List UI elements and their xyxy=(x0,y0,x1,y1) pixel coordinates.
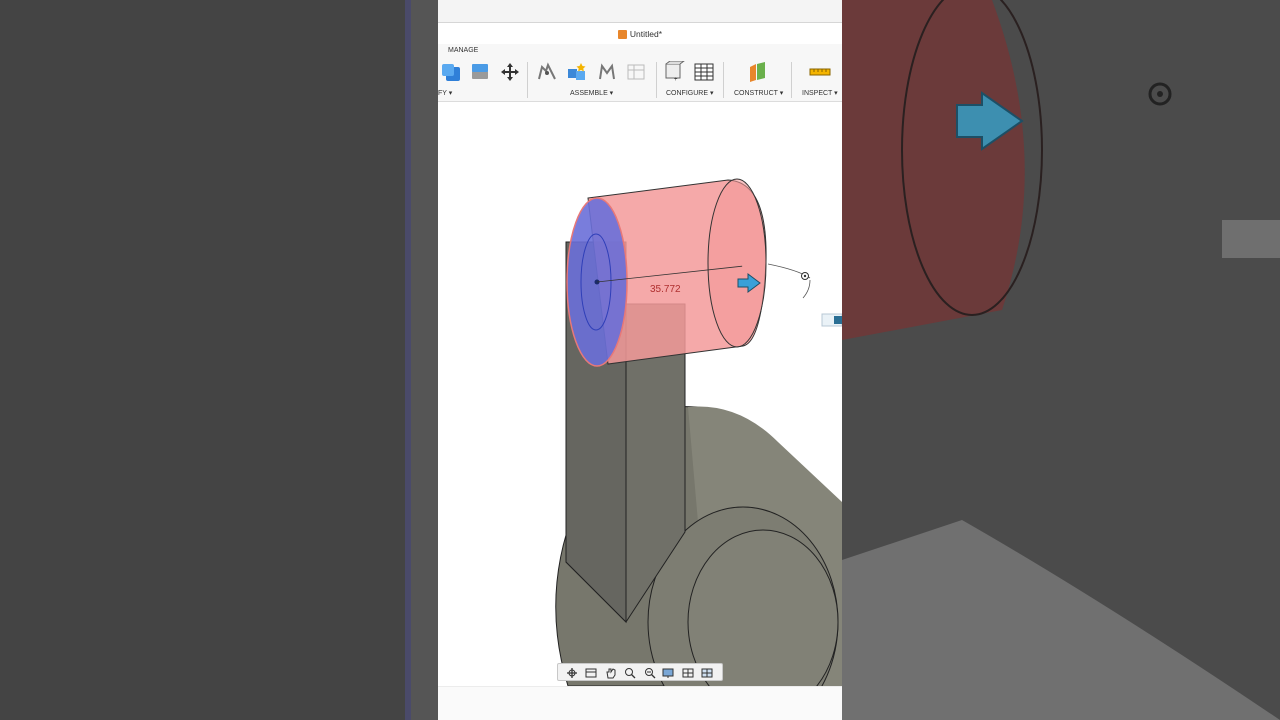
group-configure-label[interactable]: CONFIGURE ▾ xyxy=(666,89,713,97)
pan-icon[interactable] xyxy=(604,666,618,679)
look-at-icon[interactable] xyxy=(584,666,598,678)
bottom-strip xyxy=(438,686,842,720)
grid-settings-icon[interactable] xyxy=(682,666,696,678)
navigation-bar xyxy=(557,663,723,681)
3d-viewport[interactable]: 35.772 xyxy=(438,102,842,686)
construct-plane-icon[interactable] xyxy=(747,61,769,83)
dimension-input-marker xyxy=(834,316,842,324)
svg-text:+: + xyxy=(674,77,678,83)
extrude-preview[interactable] xyxy=(566,178,767,367)
table-icon[interactable] xyxy=(625,61,647,83)
combine-icon[interactable] xyxy=(440,61,462,83)
group-modify-label[interactable]: FY ▾ xyxy=(438,89,452,97)
move-icon[interactable] xyxy=(499,61,521,83)
measure-icon[interactable] xyxy=(809,61,831,83)
separator xyxy=(723,62,724,98)
tab-manage[interactable]: MANAGE xyxy=(448,47,478,54)
configure-table-icon[interactable] xyxy=(693,61,715,83)
parameters-icon[interactable]: + xyxy=(663,60,686,83)
document-title: Untitled* xyxy=(629,29,663,39)
separator xyxy=(791,62,792,98)
backdrop-left xyxy=(0,0,438,720)
joint-icon[interactable] xyxy=(536,61,558,83)
top-strip xyxy=(438,0,842,23)
fusion-app-window: Untitled* MANAGE FY ▾ ASSEMBLE ▾ + CONFI… xyxy=(438,0,842,720)
document-tab[interactable]: Untitled* xyxy=(438,24,842,44)
dimension-value[interactable]: 35.772 xyxy=(650,284,681,295)
display-settings-icon[interactable] xyxy=(662,666,676,678)
as-built-joint-icon[interactable] xyxy=(596,61,618,83)
separator xyxy=(527,62,528,98)
viewports-icon[interactable] xyxy=(701,666,715,678)
toolbar-ribbon: MANAGE FY ▾ ASSEMBLE ▾ + CONFIGURE ▾ CON… xyxy=(438,44,842,102)
view-pivot-icon[interactable] xyxy=(767,263,811,299)
offset-face-icon[interactable] xyxy=(469,61,491,83)
zoom-icon[interactable] xyxy=(643,666,657,679)
orbit-icon[interactable] xyxy=(565,666,579,678)
new-component-icon[interactable] xyxy=(566,61,588,83)
document-icon xyxy=(617,29,627,39)
group-inspect-label[interactable]: INSPECT ▾ xyxy=(802,89,838,97)
group-assemble-label[interactable]: ASSEMBLE ▾ xyxy=(570,89,613,97)
separator xyxy=(656,62,657,98)
group-construct-label[interactable]: CONSTRUCT ▾ xyxy=(734,89,783,97)
zoom-window-icon[interactable] xyxy=(623,666,637,679)
backdrop-right xyxy=(842,0,1280,720)
